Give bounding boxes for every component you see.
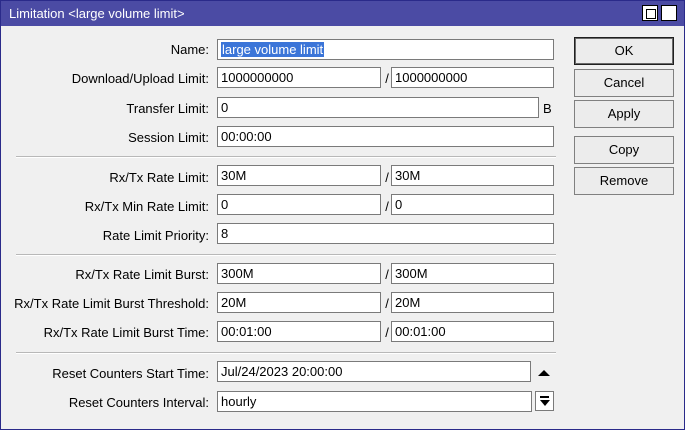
reset-counters-start-time-field[interactable]: Jul/24/2023 20:00:00 [217,361,531,382]
restore-button[interactable] [642,5,658,21]
ok-button[interactable]: OK [574,37,674,65]
reset-counters-interval-label: Reset Counters Interval: [68,395,209,410]
title-bar[interactable]: Limitation <large volume limit> ✕ [1,1,684,26]
close-icon: ✕ [663,5,675,21]
rx-tx-rate-limit-label: Rx/Tx Rate Limit: [109,170,209,185]
rx-tx-rate-limit-burst-label: Rx/Tx Rate Limit Burst: [75,267,209,282]
tx-burst-time-field[interactable]: 00:01:00 [391,321,554,342]
rx-min-rate-limit-field[interactable]: 0 [217,194,381,215]
reset-counters-interval-select[interactable]: hourly [217,391,532,412]
name-field[interactable]: large volume limit [217,39,554,60]
rx-rate-limit-field[interactable]: 30M [217,165,381,186]
tx-burst-threshold-field[interactable]: 20M [391,292,554,313]
copy-button[interactable]: Copy [574,136,674,164]
reset-counters-start-time-label: Reset Counters Start Time: [52,366,209,381]
upload-limit-field[interactable]: 1000000000 [391,67,554,88]
rx-burst-threshold-field[interactable]: 20M [217,292,381,313]
download-limit-field[interactable]: 1000000000 [217,67,381,88]
session-limit-label: Session Limit: [128,130,209,145]
transfer-limit-label: Transfer Limit: [126,101,209,116]
tx-burst-field[interactable]: 300M [391,263,554,284]
rx-tx-burst-threshold-label: Rx/Tx Rate Limit Burst Threshold: [14,296,209,311]
rx-tx-burst-time-label: Rx/Tx Rate Limit Burst Time: [43,325,209,340]
rx-tx-min-rate-limit-label: Rx/Tx Min Rate Limit: [84,199,209,214]
remove-button[interactable]: Remove [574,167,674,195]
section-divider [16,254,556,256]
transfer-limit-unit: B [543,101,552,116]
dropdown-arrow-icon [540,396,549,398]
session-limit-field[interactable]: 00:00:00 [217,126,554,147]
dropdown-button[interactable] [535,391,554,411]
rx-burst-time-field[interactable]: 00:01:00 [217,321,381,342]
name-label: Name: [170,42,209,57]
rx-burst-field[interactable]: 300M [217,263,381,284]
download-upload-limit-label: Download/Upload Limit: [71,71,209,86]
section-divider [16,156,556,158]
tx-rate-limit-field[interactable]: 30M [391,165,554,186]
tx-min-rate-limit-field[interactable]: 0 [391,194,554,215]
restore-icon [646,9,656,19]
rate-limit-priority-field[interactable]: 8 [217,223,554,244]
window-title: Limitation <large volume limit> [9,6,185,21]
apply-button[interactable]: Apply [574,100,674,128]
close-button[interactable]: ✕ [661,5,677,21]
transfer-limit-field[interactable]: 0 [217,97,539,118]
cancel-button[interactable]: Cancel [574,69,674,97]
limitation-window: Limitation <large volume limit> ✕ Name: … [0,0,685,430]
rate-limit-priority-label: Rate Limit Priority: [102,228,209,243]
dropdown-arrow-icon [540,400,550,406]
arrow-up-icon[interactable] [538,370,550,376]
section-divider [16,352,556,354]
name-value: large volume limit [221,42,325,57]
